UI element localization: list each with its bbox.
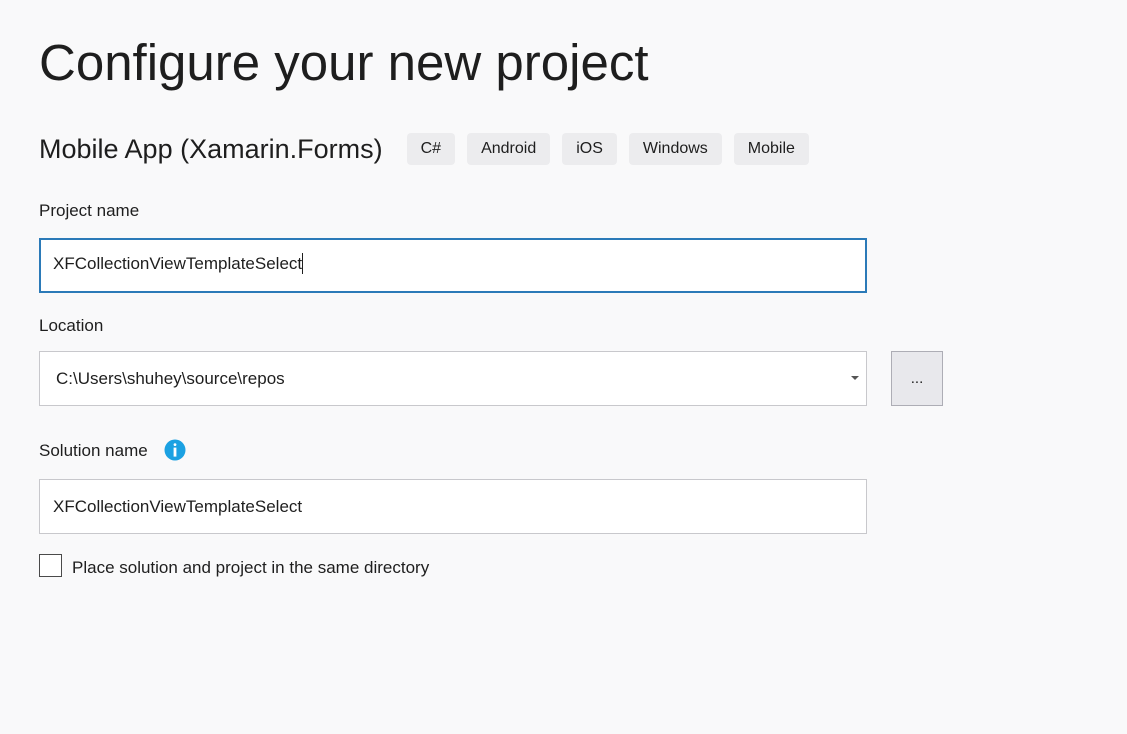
- same-directory-label[interactable]: Place solution and project in the same d…: [72, 557, 429, 579]
- chevron-down-icon[interactable]: [851, 376, 859, 380]
- location-combobox[interactable]: C:\Users\shuhey\source\repos: [39, 351, 867, 406]
- same-directory-checkbox[interactable]: [39, 554, 62, 577]
- solution-name-label: Solution name: [39, 441, 148, 460]
- text-caret: [302, 253, 304, 275]
- location-label: Location: [39, 316, 104, 335]
- tag-platform-ios: iOS: [562, 133, 617, 165]
- info-icon[interactable]: [164, 439, 186, 461]
- tag-project-type: Mobile: [733, 133, 809, 165]
- template-name: Mobile App (Xamarin.Forms): [39, 134, 383, 164]
- solution-name-input[interactable]: XFCollectionViewTemplateSelect: [39, 479, 867, 534]
- configure-project-page: Configure your new project Mobile App (X…: [0, 0, 1127, 734]
- project-name-value: XFCollectionViewTemplateSelect: [53, 254, 303, 273]
- page-title: Configure your new project: [39, 34, 649, 91]
- browse-location-button[interactable]: ...: [891, 351, 943, 406]
- tag-platform-android: Android: [467, 133, 551, 165]
- solution-name-value: XFCollectionViewTemplateSelect: [53, 497, 303, 516]
- tag-language: C#: [406, 133, 456, 165]
- tag-platform-windows: Windows: [628, 133, 722, 165]
- location-value: C:\Users\shuhey\source\repos: [56, 369, 285, 388]
- project-name-input[interactable]: XFCollectionViewTemplateSelect: [39, 238, 867, 293]
- project-name-label: Project name: [39, 201, 140, 220]
- template-summary: Mobile App (Xamarin.Forms) C# Android iO…: [39, 132, 821, 166]
